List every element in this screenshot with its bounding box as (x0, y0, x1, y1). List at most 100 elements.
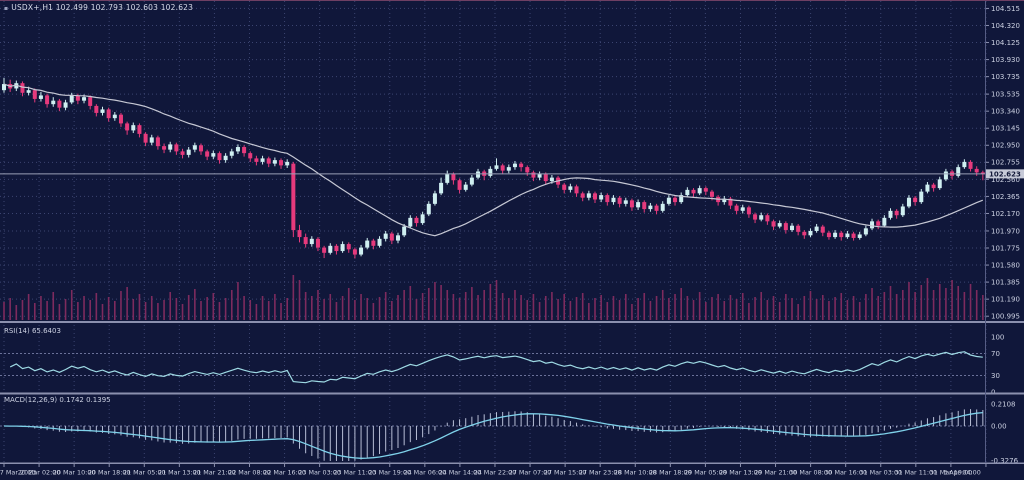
bull-candle-body (285, 162, 289, 165)
bull-candle-body (741, 207, 745, 210)
bull-candle-body (101, 109, 105, 112)
bull-candle-body (870, 221, 874, 228)
bear-candle-body (852, 234, 856, 238)
bull-candle-body (648, 206, 652, 209)
bull-candle-body (889, 211, 893, 218)
bull-candle-body (667, 198, 671, 204)
price-axis-label: 103.735 (991, 73, 1020, 81)
bear-candle-body (304, 237, 308, 244)
bull-candle-body (938, 179, 942, 188)
bear-candle-body (156, 137, 160, 146)
bull-candle-body (476, 171, 480, 177)
price-axis-label: 101.775 (991, 244, 1020, 252)
bull-candle-body (507, 167, 511, 170)
bear-candle-body (531, 172, 535, 177)
bull-candle-body (513, 164, 517, 167)
price-axis-label: 104.320 (991, 22, 1020, 30)
bull-candle-body (568, 186, 572, 189)
bull-candle-body (131, 125, 135, 130)
bear-candle-body (839, 233, 843, 237)
bear-candle-body (371, 241, 375, 246)
rsi-line (10, 352, 983, 383)
bull-candle-body (464, 185, 468, 190)
price-axis-label: 101.580 (991, 261, 1020, 269)
bear-candle-body (895, 211, 899, 215)
bear-candle-body (796, 226, 800, 232)
bear-candle-body (519, 164, 523, 167)
bull-candle-body (636, 202, 640, 207)
price-axis-label: 100.995 (991, 313, 1020, 321)
bear-candle-body (390, 234, 394, 241)
bull-candle-body (27, 90, 31, 93)
bull-candle-body (365, 241, 369, 248)
bull-candle-body (359, 248, 363, 255)
bull-candle-body (445, 174, 449, 183)
trading-chart-window: 17 Mar 202320 Mar 02:0020 Mar 10:0020 Ma… (0, 0, 1024, 480)
bull-candle-body (858, 234, 862, 237)
bear-candle-body (655, 206, 659, 211)
bull-candle-body (778, 223, 782, 226)
bull-candle-body (790, 226, 794, 230)
bear-candle-body (316, 239, 320, 248)
bull-candle-body (907, 198, 911, 207)
bull-candle-body (187, 150, 191, 155)
bear-candle-body (248, 153, 252, 158)
bull-candle-body (51, 101, 55, 104)
bull-candle-body (944, 171, 948, 179)
bull-candle-body (408, 218, 412, 227)
bear-candle-body (501, 165, 505, 170)
bull-candle-body (624, 200, 628, 203)
bear-candle-body (673, 198, 677, 202)
bull-candle-body (427, 204, 431, 214)
bear-candle-body (630, 200, 634, 207)
bull-candle-body (341, 244, 345, 251)
bull-candle-body (470, 178, 474, 185)
bear-candle-body (772, 221, 776, 226)
chart-title: ▪USDX+,H1 102.499 102.793 102.603 102.62… (4, 3, 193, 12)
price-axis-label: 104.515 (991, 5, 1020, 13)
bull-candle-body (310, 239, 314, 244)
chart-canvas[interactable]: 17 Mar 202320 Mar 02:0020 Mar 10:0020 Ma… (0, 1, 1024, 480)
bear-candle-body (747, 207, 751, 214)
bull-candle-body (925, 185, 929, 192)
bear-candle-body (642, 202, 646, 209)
bear-candle-body (199, 145, 203, 151)
bull-candle-body (273, 160, 277, 163)
bull-candle-body (956, 167, 960, 176)
macd-axis-label: 0.00 (991, 422, 1007, 430)
bull-candle-body (261, 158, 265, 161)
bear-candle-body (125, 123, 129, 130)
bear-candle-body (162, 146, 166, 149)
bull-candle-body (378, 239, 382, 246)
bear-candle-body (525, 167, 529, 172)
bull-candle-body (882, 218, 886, 226)
bull-candle-body (39, 95, 43, 98)
bull-candle-body (439, 183, 443, 193)
bear-candle-body (33, 90, 37, 99)
bear-candle-body (692, 190, 696, 193)
bull-candle-body (599, 195, 603, 199)
bear-candle-body (784, 223, 788, 230)
chart-title-text: USDX+,H1 102.499 102.793 102.603 102.623 (11, 3, 193, 12)
bull-candle-body (193, 145, 197, 149)
bear-candle-body (88, 97, 92, 106)
bear-candle-body (347, 244, 351, 249)
bear-candle-body (821, 227, 825, 233)
price-axis-label: 101.970 (991, 227, 1020, 235)
bear-candle-body (322, 248, 326, 253)
bear-candle-body (242, 147, 246, 153)
bull-candle-body (495, 165, 499, 168)
bull-candle-body (421, 214, 425, 223)
bear-candle-body (298, 230, 302, 237)
bull-candle-body (230, 151, 234, 155)
bear-candle-body (20, 83, 24, 93)
bull-candle-body (587, 193, 591, 197)
bull-candle-body (833, 233, 837, 237)
bear-candle-body (618, 198, 622, 204)
bear-candle-body (334, 246, 338, 251)
bear-candle-body (735, 206, 739, 211)
bull-candle-body (538, 174, 542, 177)
bull-candle-body (70, 95, 74, 102)
current-price-tag-text: 102.623 (989, 170, 1021, 178)
bull-candle-body (113, 115, 117, 118)
